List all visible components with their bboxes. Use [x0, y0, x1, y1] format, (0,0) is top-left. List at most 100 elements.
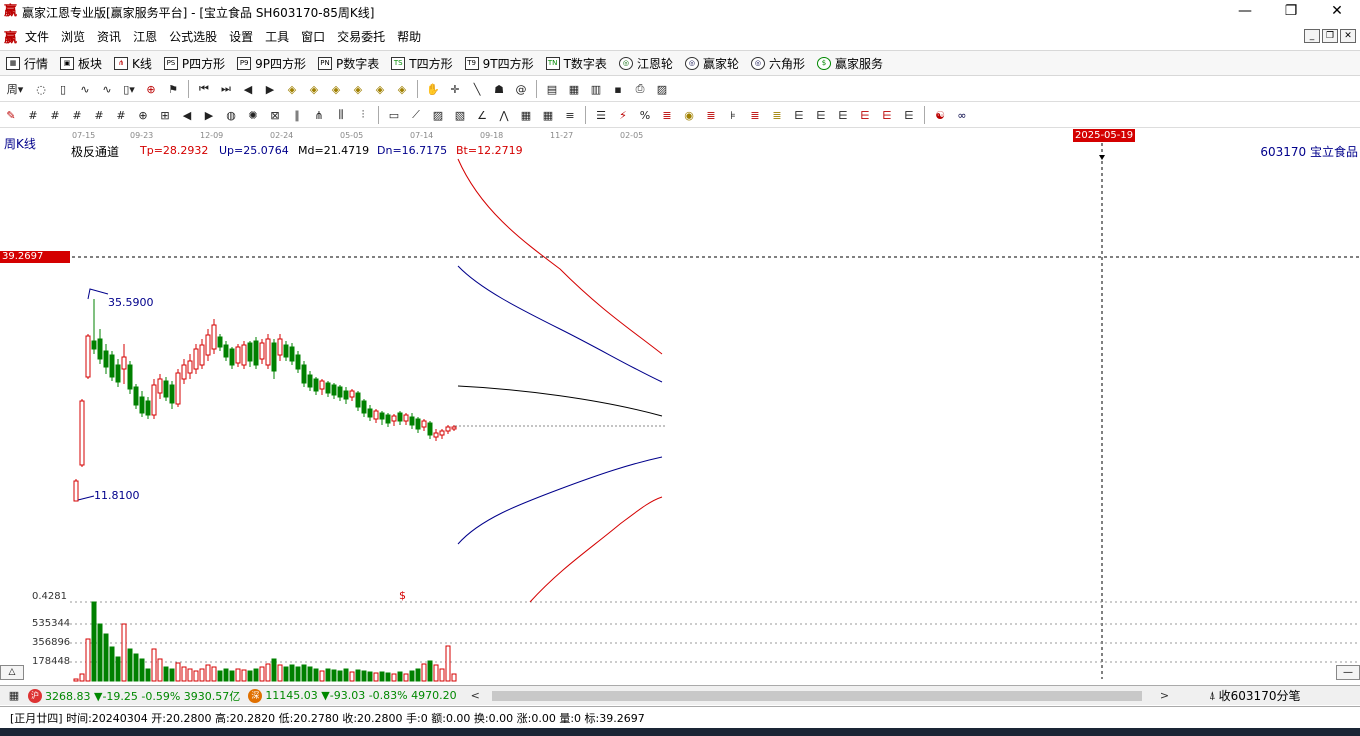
zoom-fit-icon[interactable]: ◈ [369, 79, 391, 99]
zoom-v-out-icon[interactable]: ◈ [347, 79, 369, 99]
bars-icon[interactable]: ⫶ [352, 105, 374, 125]
save-icon[interactable]: ▪ [607, 79, 629, 99]
ruler-icon[interactable]: ⊧ [722, 105, 744, 125]
rect-icon[interactable]: ▭ [383, 105, 405, 125]
grid-hash5-icon[interactable]: # [110, 105, 132, 125]
print-icon[interactable]: ⎙ [629, 79, 651, 99]
nav-service[interactable]: $ 赢家服务 [811, 51, 889, 75]
spiral-icon[interactable]: @ [510, 79, 532, 99]
flag-icon[interactable]: ⚑ [162, 79, 184, 99]
nav-t-square[interactable]: TS T四方形 [385, 51, 458, 75]
levels2-icon[interactable]: ≣ [700, 105, 722, 125]
gann-circle-icon[interactable]: ◍ [220, 105, 242, 125]
menu-settings[interactable]: 设置 [223, 28, 259, 45]
grid-hash-icon[interactable]: # [22, 105, 44, 125]
infinity-icon[interactable]: ∞ [951, 105, 973, 125]
zoom-reset-icon[interactable]: ◈ [391, 79, 413, 99]
hand-icon[interactable]: ✋ [422, 79, 444, 99]
chart-panel[interactable]: 周K线 极反通道 Tp=28.2932 Up=25.0764 Md=21.471… [0, 129, 1360, 684]
horizontal-scrollbar[interactable] [491, 690, 1142, 701]
hatch2-icon[interactable]: ▧ [449, 105, 471, 125]
nav-t-number-table[interactable]: TN T数字表 [540, 51, 613, 75]
levels7-icon[interactable]: ⋿ [832, 105, 854, 125]
fork-icon[interactable]: ⋔ [308, 105, 330, 125]
collapse-up-button[interactable]: △ [0, 665, 24, 680]
levels3-icon[interactable]: ≣ [744, 105, 766, 125]
levels8-icon[interactable]: ⋿ [854, 105, 876, 125]
menu-tools[interactable]: 工具 [259, 28, 295, 45]
nav-winner-wheel[interactable]: ◎ 赢家轮 [679, 51, 745, 75]
nav-9t-square[interactable]: T9 9T四方形 [459, 51, 540, 75]
yin-yang-icon[interactable]: ☯ [929, 105, 951, 125]
grid-hash3-icon[interactable]: # [66, 105, 88, 125]
zoom-in-icon[interactable]: ◈ [281, 79, 303, 99]
nav-gann-wheel[interactable]: ◎ 江恩轮 [613, 51, 679, 75]
fan-grid-icon[interactable]: ⊞ [154, 105, 176, 125]
fibo-icon[interactable]: ⚡ [612, 105, 634, 125]
zoom-out-icon[interactable]: ◈ [303, 79, 325, 99]
list-icon[interactable]: ☰ [590, 105, 612, 125]
period-dropdown[interactable]: 周 ▾ [0, 79, 30, 99]
menu-gann[interactable]: 江恩 [127, 28, 163, 45]
nav-p-square[interactable]: PS P四方形 [158, 51, 231, 75]
box-x-icon[interactable]: ⊠ [264, 105, 286, 125]
stat-icon[interactable]: ⊕ [140, 79, 162, 99]
close-button[interactable]: ✕ [1314, 0, 1360, 24]
coin-icon[interactable]: ◉ [678, 105, 700, 125]
wave-icon[interactable]: ∿ [74, 79, 96, 99]
zigzag-icon[interactable]: ⋀ [493, 105, 515, 125]
scroll-right-button[interactable]: > [1160, 689, 1169, 702]
first-icon[interactable]: ⏮ [193, 79, 215, 99]
zoom-v-in-icon[interactable]: ◈ [325, 79, 347, 99]
nav-kline[interactable]: ⋔ K线 [108, 51, 158, 75]
levels4-icon[interactable]: ≣ [766, 105, 788, 125]
picture-icon[interactable]: ▨ [651, 79, 673, 99]
wave2-icon[interactable]: ∿ [96, 79, 118, 99]
mdi-restore-button[interactable]: ❐ [1322, 29, 1338, 43]
triangle-right-icon[interactable]: ▶ [198, 105, 220, 125]
angle-icon[interactable]: ∠ [471, 105, 493, 125]
last-icon[interactable]: ⏭ [215, 79, 237, 99]
compass-icon[interactable]: ✺ [242, 105, 264, 125]
levels-icon[interactable]: ≣ [656, 105, 678, 125]
triangle-left-icon[interactable]: ◀ [176, 105, 198, 125]
menu-trade[interactable]: 交易委托 [331, 28, 391, 45]
menu-info[interactable]: 资讯 [91, 28, 127, 45]
scroll-left-button[interactable]: < [471, 689, 480, 702]
menu-help[interactable]: 帮助 [391, 28, 427, 45]
bar-dropdown-icon[interactable]: ▯▾ [118, 79, 140, 99]
fan-line-icon[interactable]: ⟋ [405, 105, 427, 125]
fuzzy-icon[interactable]: ◌ [30, 79, 52, 99]
grid-hash2-icon[interactable]: # [44, 105, 66, 125]
diagonal-lines-icon[interactable]: ≡ [559, 105, 581, 125]
menu-formula-select[interactable]: 公式选股 [163, 28, 223, 45]
doc-icon[interactable]: ▯ [52, 79, 74, 99]
levels10-icon[interactable]: ⋿ [898, 105, 920, 125]
collapse-right-button[interactable]: — [1336, 665, 1360, 680]
kline-chart[interactable] [0, 129, 1360, 684]
left-icon[interactable]: ◀ [237, 79, 259, 99]
levels5-icon[interactable]: ⋿ [788, 105, 810, 125]
line-icon[interactable]: ╲ [466, 79, 488, 99]
levels9-icon[interactable]: ⋿ [876, 105, 898, 125]
levels6-icon[interactable]: ⋿ [810, 105, 832, 125]
circle-grid-icon[interactable]: ⊕ [132, 105, 154, 125]
tick-detail-label[interactable]: 收603170分笔 [1219, 687, 1301, 704]
mdi-close-button[interactable]: ✕ [1340, 29, 1356, 43]
nav-quote[interactable]: ▦ 行情 [0, 51, 54, 75]
minimize-button[interactable]: — [1222, 0, 1268, 24]
nav-9p-square[interactable]: P9 9P四方形 [231, 51, 312, 75]
table-icon[interactable]: ▥ [585, 79, 607, 99]
menu-window[interactable]: 窗口 [295, 28, 331, 45]
calendar-icon[interactable]: ▤ [541, 79, 563, 99]
nav-p-number-table[interactable]: PN P数字表 [312, 51, 385, 75]
crosshair-icon[interactable]: ✛ [444, 79, 466, 99]
grid-table-icon[interactable]: ▦ [515, 105, 537, 125]
calc-icon[interactable]: ▦ [563, 79, 585, 99]
pen-icon[interactable]: ✎ [0, 105, 22, 125]
list-view-icon[interactable]: ▦ [3, 686, 25, 706]
hatch-icon[interactable]: ▨ [427, 105, 449, 125]
right-icon[interactable]: ▶ [259, 79, 281, 99]
grid-hash4-icon[interactable]: # [88, 105, 110, 125]
menu-browse[interactable]: 浏览 [55, 28, 91, 45]
